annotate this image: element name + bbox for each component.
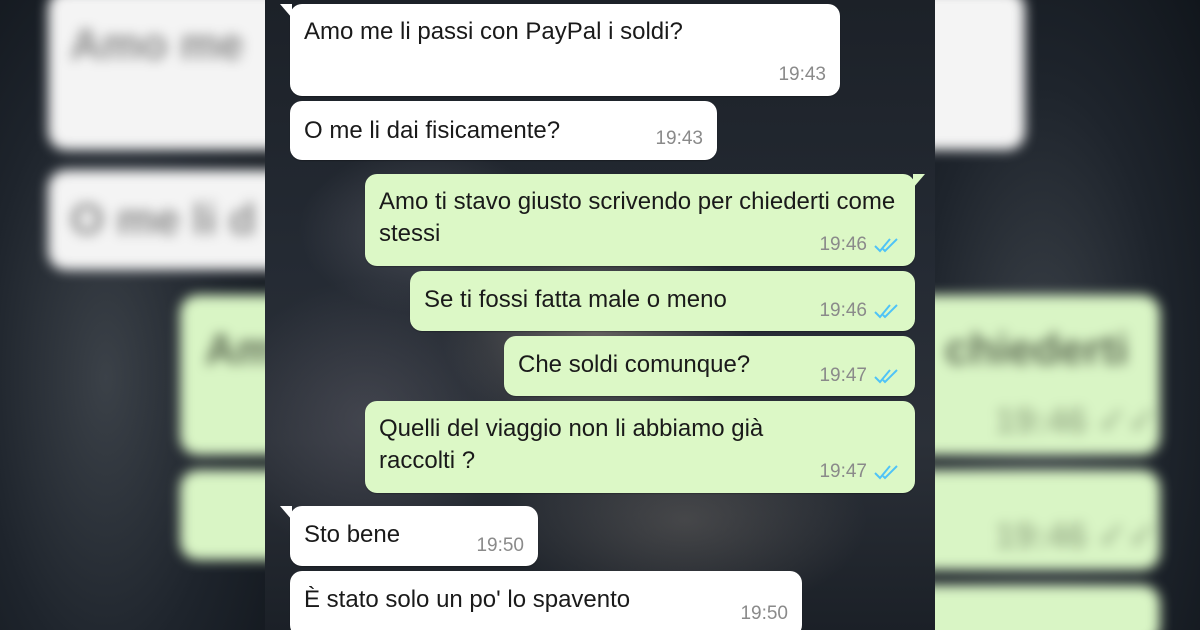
message-text: È stato solo un po' lo spavento (304, 586, 631, 613)
message-bubble-incoming[interactable]: O me li dai fisicamente? 19:43 (290, 101, 717, 160)
double-check-read-icon (874, 465, 898, 480)
double-check-read-icon (874, 369, 898, 384)
message-bubble-outgoing[interactable]: Quelli del viaggio non li abbiamo già ra… (365, 401, 915, 493)
message-bubble-outgoing[interactable]: Che soldi comunque? 19:47 (504, 336, 915, 396)
message-bubble-incoming[interactable]: È stato solo un po' lo spavento 19:50 (290, 571, 802, 630)
bubble-tail (280, 4, 292, 18)
message-text: Quelli del viaggio non li abbiamo già ra… (379, 415, 764, 474)
message-time: 19:46 (819, 234, 867, 255)
message-time: 19:43 (655, 128, 703, 149)
bubble-tail (913, 174, 925, 188)
message-time: 19:47 (819, 461, 867, 482)
message-text: Amo me li passi con PayPal i soldi? (304, 18, 683, 45)
message-time: 19:43 (778, 64, 826, 85)
message-time: 19:46 (819, 300, 867, 321)
double-check-read-icon (874, 238, 898, 253)
chat-conversation[interactable]: Amo me li passi con PayPal i soldi? 19:4… (265, 0, 935, 630)
message-time: 19:47 (819, 365, 867, 386)
message-text: Se ti fossi fatta male o meno (424, 286, 727, 313)
message-text: O me li dai fisicamente? (304, 117, 561, 144)
message-time: 19:50 (740, 603, 788, 624)
blurred-background-left: Amo me O me li d Am (0, 0, 265, 630)
double-check-read-icon (874, 304, 898, 319)
message-bubble-incoming[interactable]: Sto bene 19:50 (280, 506, 538, 566)
bubble-tail (280, 506, 292, 520)
message-bubble-outgoing[interactable]: Se ti fossi fatta male o meno 19:46 (410, 271, 915, 331)
blurred-background-right: chiederti 19:46 ✓✓ 19:46 ✓✓ (935, 0, 1200, 630)
message-bubble-outgoing[interactable]: Amo ti stavo giusto scrivendo per chiede… (365, 174, 925, 266)
message-bubble-incoming[interactable]: Amo me li passi con PayPal i soldi? 19:4… (280, 4, 840, 96)
message-text: Sto bene (304, 521, 401, 548)
message-text: Che soldi comunque? (518, 351, 751, 378)
message-time: 19:50 (476, 535, 524, 556)
